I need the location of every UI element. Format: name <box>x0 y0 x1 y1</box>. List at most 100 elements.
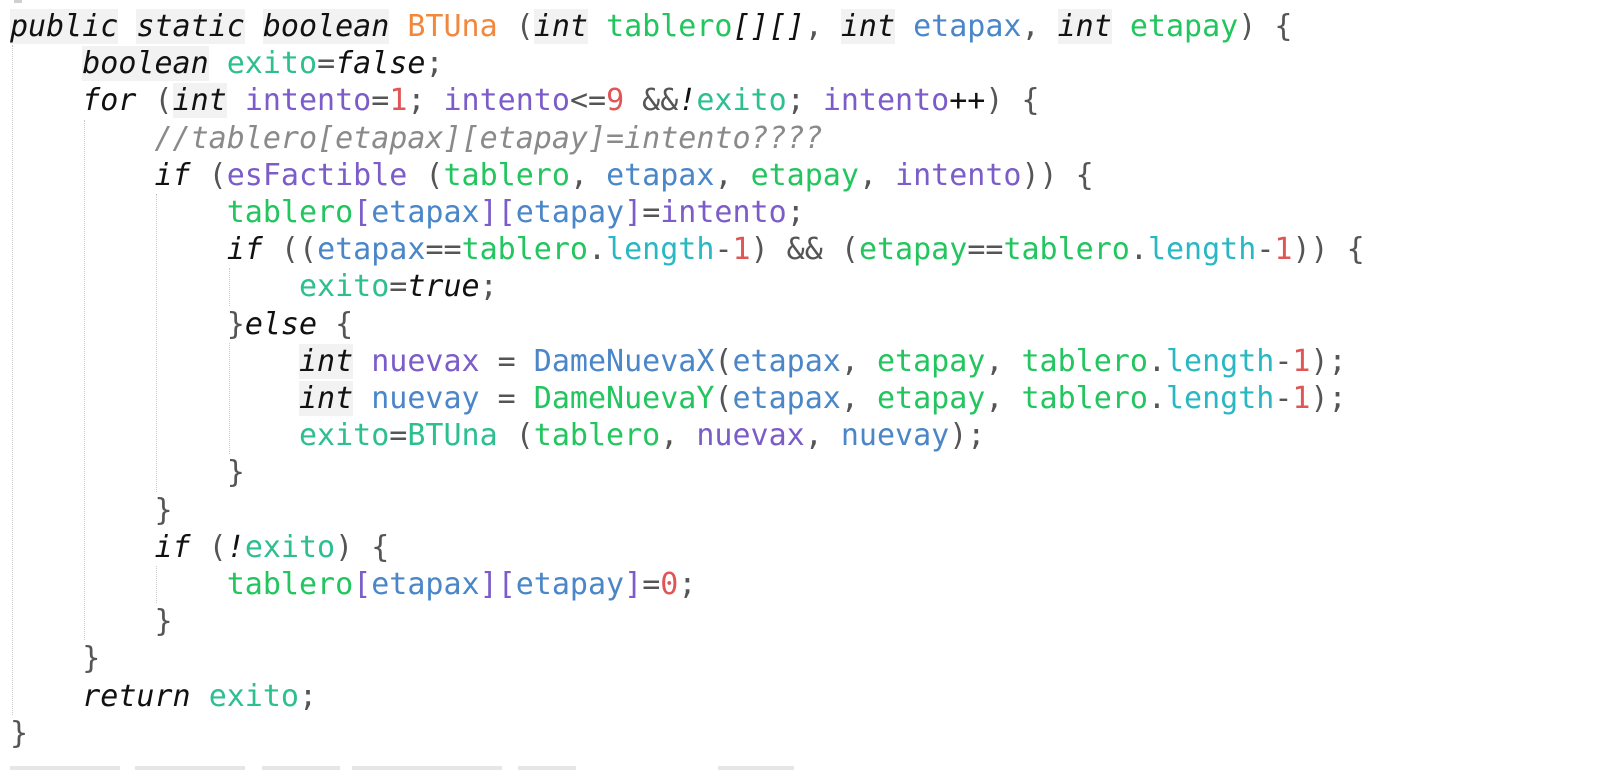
code-token: tablero <box>606 9 733 44</box>
code-token: ) { <box>335 529 390 565</box>
code-line: exito=BTUna (tablero, nuevax, nuevay); <box>10 417 985 454</box>
code-token: . <box>1147 381 1166 416</box>
code-token: etapay <box>515 567 625 602</box>
code-line: boolean exito=false; <box>10 45 444 82</box>
code-token: //tablero[etapax][etapay]=intento???? <box>154 120 823 156</box>
code-token: length <box>1165 343 1275 379</box>
code-token: ( <box>136 83 173 119</box>
code-line: //tablero[etapax][etapay]=intento???? <box>10 120 823 157</box>
code-token: = <box>642 195 661 230</box>
code-token: int <box>840 9 896 44</box>
code-token: tablero <box>226 567 354 602</box>
code-token: = <box>317 46 336 82</box>
code-token: = <box>479 381 534 416</box>
code-token: } <box>226 455 245 491</box>
code-token: ] <box>624 567 643 602</box>
code-token: , <box>985 343 1022 379</box>
code-token: intento <box>660 195 787 230</box>
code-token: exito <box>298 418 390 454</box>
code-token: intento <box>822 83 950 119</box>
code-token: (( <box>262 232 318 268</box>
code-editor[interactable]: public static boolean BTUna (int tablero… <box>0 0 1600 770</box>
code-token: <= <box>569 83 607 119</box>
code-token: tablero <box>443 157 570 193</box>
code-token: , <box>1021 9 1058 44</box>
code-token: etapay <box>876 343 986 379</box>
code-token: return <box>82 678 191 714</box>
code-token: if <box>154 157 191 193</box>
code-token: etapay <box>1129 9 1239 44</box>
code-token: tablero <box>1021 381 1148 416</box>
code-token: = <box>371 83 390 119</box>
code-line: tablero[etapax][etapay]=0; <box>10 566 697 603</box>
code-token: etapax <box>371 195 480 230</box>
code-token: { <box>317 306 354 342</box>
code-line: int nuevax = DameNuevaX(etapax, etapay, … <box>10 343 1347 380</box>
code-token: int <box>298 381 354 416</box>
code-token: etapay <box>858 232 968 268</box>
code-token: [ <box>497 567 516 602</box>
code-token: ! <box>226 529 245 565</box>
code-token: etapax <box>606 157 715 193</box>
code-token: false <box>335 46 426 82</box>
code-token: , <box>840 343 877 379</box>
code-token: ; <box>786 195 805 230</box>
code-token: ) { <box>985 83 1040 119</box>
code-token: , <box>714 157 751 193</box>
code-token: tablero <box>461 232 588 268</box>
code-token: etapax <box>317 232 426 268</box>
code-token: [ <box>353 567 372 602</box>
code-token: else <box>244 306 318 342</box>
code-token: int <box>172 83 227 119</box>
code-token: ! <box>678 83 697 119</box>
code-token: 1 <box>1292 343 1311 379</box>
code-token: - <box>1274 381 1293 416</box>
code-token: [][] <box>732 9 805 44</box>
code-token: exito <box>226 46 318 82</box>
code-token: == <box>425 232 462 268</box>
code-token: ] <box>479 195 498 230</box>
code-token: intento <box>244 83 372 119</box>
code-token: , <box>569 157 607 193</box>
code-token: && <box>624 83 679 119</box>
code-token: tablero <box>1003 232 1130 268</box>
clipped-token <box>10 766 120 770</box>
code-token: etapax <box>913 9 1022 44</box>
code-token: ( <box>714 343 733 379</box>
code-token: )) { <box>1292 232 1365 268</box>
code-token: , <box>840 381 877 416</box>
code-token: ( <box>190 157 227 193</box>
code-token: ; <box>299 678 318 714</box>
code-token: ; <box>786 83 823 119</box>
code-token: exito <box>696 83 787 119</box>
clipped-token <box>135 766 245 770</box>
code-line: tablero[etapax][etapay]=intento; <box>10 194 805 231</box>
code-token: ( <box>190 529 227 565</box>
code-token: static <box>136 9 245 44</box>
code-token: - <box>714 232 733 268</box>
code-token: length <box>1147 232 1257 268</box>
code-token: )) { <box>1021 157 1094 193</box>
clipped-token <box>518 766 576 770</box>
code-token: BTUna <box>407 418 498 454</box>
code-token: public <box>10 9 119 44</box>
code-token: exito <box>298 269 390 305</box>
code-token: boolean <box>82 46 209 82</box>
code-token: nuevay <box>840 418 950 454</box>
code-line: exito=true; <box>10 268 498 305</box>
